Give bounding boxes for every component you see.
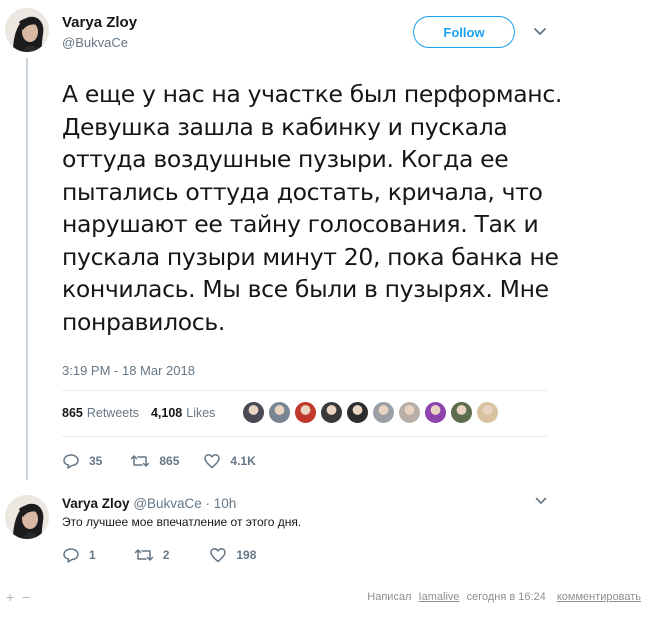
author-handle[interactable]: @BukvaCe: [62, 35, 128, 50]
liker-avatar[interactable]: [320, 401, 343, 424]
chevron-down-icon[interactable]: [532, 24, 548, 40]
liker-avatars: [242, 401, 502, 424]
tweet-text: А еще у нас на участке был перформанс. Д…: [62, 80, 563, 336]
reply-count: 35: [89, 454, 103, 468]
reply-avatar[interactable]: [5, 495, 49, 539]
divider: [62, 436, 548, 437]
like-count: 4.1K: [230, 454, 256, 468]
retweet-icon: [131, 455, 150, 467]
heart-icon: [210, 548, 227, 563]
liker-avatar[interactable]: [268, 401, 291, 424]
follow-button[interactable]: Follow: [413, 16, 515, 48]
reply-like-count: 198: [236, 548, 257, 562]
reply-icon: [63, 454, 79, 469]
reply-author-name[interactable]: Varya Zloy: [62, 496, 130, 511]
liker-avatar[interactable]: [450, 401, 473, 424]
chevron-down-icon[interactable]: [534, 494, 548, 508]
retweets-stat[interactable]: 865 Retweets: [62, 406, 139, 420]
tweet-timestamp[interactable]: 3:19 PM - 18 Mar 2018: [62, 363, 195, 378]
avatar[interactable]: [5, 8, 49, 52]
posted-by-label: Написал: [367, 591, 412, 603]
liker-avatar[interactable]: [398, 401, 421, 424]
reply-actions: 1 2 198: [62, 546, 276, 564]
liker-avatar[interactable]: [346, 401, 369, 424]
reply-header: Varya Zloy @BukvaCe · 10h: [62, 496, 236, 511]
post-time: сегодня в 16:24: [466, 591, 546, 603]
post-author-link[interactable]: Iamalive: [419, 591, 460, 603]
reply-reply-button[interactable]: 1: [62, 546, 96, 564]
liker-avatar[interactable]: [476, 401, 499, 424]
engagement-stats: 865 Retweets 4,108 Likes: [62, 406, 227, 420]
likes-count: 4,108: [150, 406, 183, 420]
liker-avatar[interactable]: [372, 401, 395, 424]
reply-button[interactable]: 35: [62, 452, 102, 470]
reply-retweet-button[interactable]: 2: [134, 546, 170, 564]
retweets-count: 865: [62, 406, 83, 420]
downvote-button[interactable]: −: [22, 589, 30, 605]
liker-avatar[interactable]: [294, 401, 317, 424]
like-button[interactable]: 4.1K: [203, 452, 256, 470]
tweet-actions: 35 865 4.1K: [62, 452, 276, 470]
upvote-button[interactable]: +: [6, 589, 14, 605]
comment-link[interactable]: комментировать: [557, 591, 641, 603]
divider: [62, 390, 548, 391]
reply-reply-count: 1: [89, 548, 96, 562]
liker-avatar[interactable]: [242, 401, 265, 424]
reply-retweet-count: 2: [162, 548, 170, 562]
retweet-button[interactable]: 865: [130, 452, 179, 470]
reply-meta[interactable]: @BukvaCe · 10h: [133, 496, 236, 511]
reply-icon: [63, 548, 79, 563]
likes-label: Likes: [186, 406, 216, 420]
heart-icon: [204, 454, 221, 469]
retweet-icon: [134, 549, 153, 561]
post-footer: Написал Iamalive сегодня в 16:24 коммент…: [367, 591, 641, 603]
author-name[interactable]: Varya Zloy: [62, 14, 137, 31]
likes-stat[interactable]: 4,108 Likes: [151, 406, 215, 420]
reply-text: Это лучшее мое впечатление от этого дня.: [62, 515, 302, 529]
retweets-label: Retweets: [86, 406, 139, 420]
reply-like-button[interactable]: 198: [209, 546, 256, 564]
liker-avatar[interactable]: [424, 401, 447, 424]
retweet-count: 865: [159, 454, 180, 468]
thread-line: [26, 58, 28, 480]
